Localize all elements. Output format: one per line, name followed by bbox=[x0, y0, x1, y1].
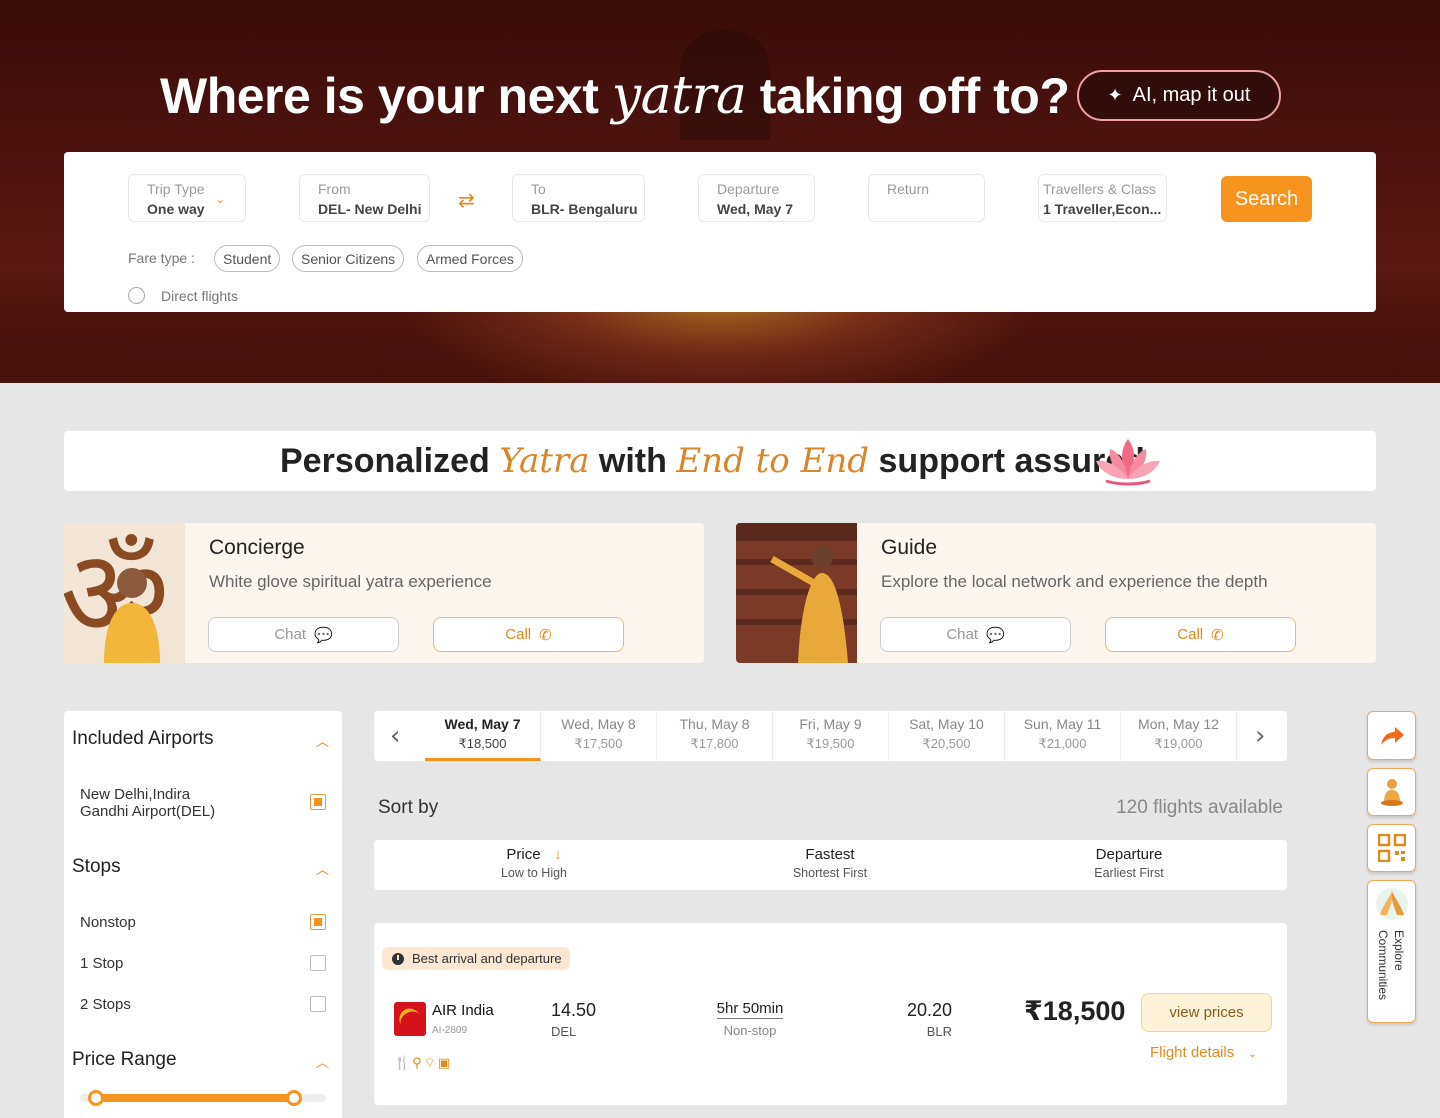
price-slider-min-handle[interactable] bbox=[88, 1090, 104, 1106]
stop-two-label: 2 Stops bbox=[80, 996, 131, 1013]
guide-title: Guide bbox=[881, 536, 938, 559]
date-cell[interactable]: Sun, May 11 ₹21,000 bbox=[1005, 711, 1121, 761]
date-cell[interactable]: Wed, May 8 ₹17,500 bbox=[541, 711, 657, 761]
departure-code: DEL bbox=[551, 1024, 577, 1039]
arrow-down-icon: ↓ bbox=[554, 846, 562, 862]
direct-flights-radio[interactable] bbox=[128, 287, 145, 304]
return-field[interactable]: Return bbox=[868, 174, 985, 222]
to-field[interactable]: To BLR- Bengaluru bbox=[512, 174, 645, 222]
filters-panel: Included Airports ︿ New Delhi,Indira Gan… bbox=[64, 711, 342, 1118]
fare-chip-senior[interactable]: Senior Citizens bbox=[292, 245, 405, 272]
guide-call-button[interactable]: Call ✆ bbox=[1105, 617, 1296, 652]
sort-options-bar: Price ↓ Low to High Fastest Shortest Firs… bbox=[374, 840, 1287, 890]
stop-nonstop-checkbox[interactable] bbox=[310, 914, 326, 930]
stop-one-checkbox[interactable] bbox=[310, 955, 326, 971]
date-price-strip: ‹ Wed, May 7 ₹18,500 Wed, May 8 ₹17,500 Th… bbox=[374, 711, 1287, 761]
trip-type-select[interactable]: Trip Type One way ⌄ bbox=[128, 174, 246, 222]
sort-fastest-option[interactable]: Fastest Shortest First bbox=[780, 846, 880, 880]
chevron-up-icon[interactable]: ︿ bbox=[316, 859, 329, 878]
date-cell[interactable]: Fri, May 9 ₹19,500 bbox=[773, 711, 889, 761]
date-cell[interactable]: Wed, May 7 ₹18,500 bbox=[425, 711, 541, 761]
hero-title: Where is your next yatra taking off to? bbox=[160, 66, 1070, 126]
search-button[interactable]: Search bbox=[1221, 176, 1312, 222]
stop-nonstop-label: Nonstop bbox=[80, 914, 136, 931]
guide-card: Guide Explore the local network and expe… bbox=[736, 523, 1376, 663]
concierge-call-button[interactable]: Call ✆ bbox=[433, 617, 624, 652]
guide-image bbox=[736, 523, 857, 663]
sparkle-icon: ✦ bbox=[1107, 85, 1123, 105]
price-range-heading: Price Range bbox=[72, 1049, 177, 1070]
ai-map-button[interactable]: ✦ AI, map it out bbox=[1077, 70, 1281, 121]
fare-type-label: Fare type : bbox=[128, 250, 195, 266]
fare-chip-student[interactable]: Student bbox=[214, 245, 281, 272]
chevron-up-icon[interactable]: ︿ bbox=[316, 731, 329, 750]
flight-result-card: Best arrival and departure AIR India AI-… bbox=[374, 923, 1287, 1105]
flight-search-card: Trip Type One way ⌄ From DEL- New Delhi … bbox=[64, 152, 1376, 312]
sort-price-option[interactable]: Price ↓ Low to High bbox=[484, 846, 584, 880]
concierge-title: Concierge bbox=[209, 536, 305, 559]
stop-one-label: 1 Stop bbox=[80, 955, 124, 972]
flight-duration: 5hr 50min bbox=[716, 1000, 784, 1019]
price-slider-fill bbox=[96, 1094, 294, 1102]
chat-bubble-icon: 💬 bbox=[986, 626, 1005, 644]
airline-name: AIR India bbox=[432, 1002, 494, 1019]
sort-departure-option[interactable]: Departure Earliest First bbox=[1079, 846, 1179, 880]
flight-stops: Non-stop bbox=[723, 1023, 777, 1038]
price-slider-max-handle[interactable] bbox=[286, 1090, 302, 1106]
date-cell[interactable]: Sat, May 10 ₹20,500 bbox=[889, 711, 1005, 761]
phone-icon: ✆ bbox=[1211, 626, 1224, 644]
flight-details-toggle[interactable]: Flight details ⌄ bbox=[1150, 1044, 1257, 1061]
fare-chip-armed-forces[interactable]: Armed Forces bbox=[417, 245, 523, 272]
concierge-desc: White glove spiritual yatra experience bbox=[209, 572, 492, 591]
swap-icon[interactable]: ⇄ bbox=[458, 188, 475, 213]
sort-by-label: Sort by bbox=[378, 797, 439, 818]
phone-icon: ✆ bbox=[539, 626, 552, 644]
departure-field[interactable]: Departure Wed, May 7 bbox=[698, 174, 815, 222]
view-prices-button[interactable]: view prices bbox=[1141, 993, 1272, 1032]
flight-number: AI-2809 bbox=[432, 1025, 468, 1036]
arrival-code: BLR bbox=[926, 1024, 952, 1039]
explore-communities-label: Explore Communities bbox=[1376, 930, 1406, 1001]
chat-bubble-icon: 💬 bbox=[314, 626, 333, 644]
arrival-time: 20.20 bbox=[906, 1000, 952, 1020]
chevron-right-icon[interactable]: › bbox=[1255, 721, 1265, 751]
hero-section: Where is your next yatra taking off to? … bbox=[0, 0, 1440, 383]
air-india-logo bbox=[394, 1002, 426, 1036]
assistant-button[interactable] bbox=[1367, 768, 1416, 816]
included-airports-heading: Included Airports bbox=[72, 728, 214, 749]
amenities-icons: 🍴⚲⌔▣ bbox=[394, 1055, 453, 1070]
chevron-down-icon: ⌄ bbox=[1248, 1049, 1257, 1060]
stops-heading: Stops bbox=[72, 856, 121, 877]
banner-heading: Personalized Yatra with End to End suppo… bbox=[280, 441, 1145, 481]
airport-del-checkbox[interactable] bbox=[310, 794, 326, 810]
chevron-left-icon[interactable]: ‹ bbox=[390, 721, 400, 751]
date-cell[interactable]: Thu, May 8 ₹17,800 bbox=[657, 711, 773, 761]
share-button[interactable] bbox=[1367, 711, 1416, 760]
stop-two-checkbox[interactable] bbox=[310, 996, 326, 1012]
airport-del-label: New Delhi,Indira Gandhi Airport(DEL) bbox=[80, 786, 216, 820]
from-field[interactable]: From DEL- New Delhi bbox=[299, 174, 430, 222]
meditating-figure-icon bbox=[1380, 779, 1403, 806]
concierge-image: ॐ bbox=[64, 523, 185, 663]
guide-chat-button[interactable]: Chat 💬 bbox=[880, 617, 1071, 652]
qr-code-icon bbox=[1377, 834, 1406, 862]
departure-time: 14.50 bbox=[551, 1000, 597, 1020]
support-banner: Personalized Yatra with End to End suppo… bbox=[64, 431, 1376, 491]
lotus-icon bbox=[1096, 439, 1160, 486]
date-cell[interactable]: Mon, May 12 ₹19,000 bbox=[1121, 711, 1237, 761]
guide-desc: Explore the local network and experience… bbox=[881, 572, 1268, 591]
concierge-chat-button[interactable]: Chat 💬 bbox=[208, 617, 399, 652]
clock-icon bbox=[392, 952, 404, 965]
direct-flights-label: Direct flights bbox=[161, 288, 239, 304]
share-arrow-icon bbox=[1380, 726, 1404, 745]
flight-price: ₹18,500 bbox=[1024, 996, 1126, 1026]
concierge-card: ॐ Concierge White glove spiritual yatra … bbox=[64, 523, 704, 663]
best-badge: Best arrival and departure bbox=[382, 947, 570, 970]
chevron-up-icon[interactable]: ︿ bbox=[316, 1052, 329, 1071]
flights-count: 120 flights available bbox=[1116, 797, 1283, 818]
namaste-hands-icon bbox=[1375, 888, 1408, 920]
chevron-down-icon: ⌄ bbox=[215, 194, 225, 206]
qr-code-button[interactable] bbox=[1367, 824, 1416, 872]
travellers-class-field[interactable]: Travellers & Class 1 Traveller,Econ... bbox=[1038, 174, 1167, 222]
